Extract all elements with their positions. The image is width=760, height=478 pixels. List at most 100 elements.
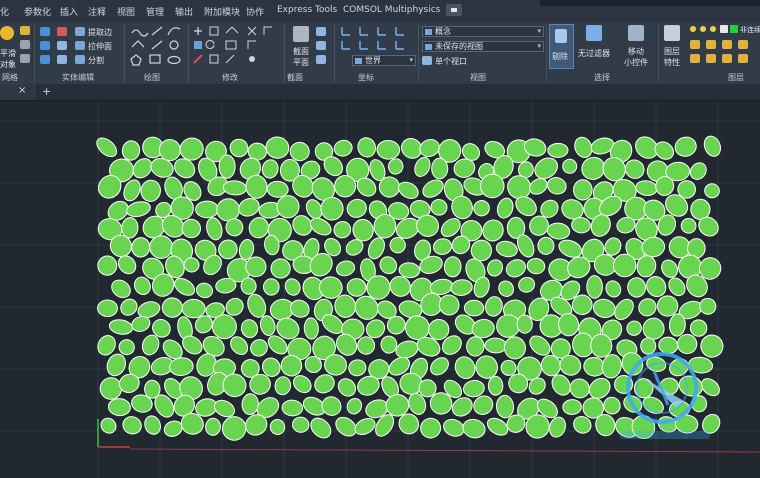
menu-item-collaborate[interactable]: 协作: [246, 5, 264, 18]
mesh-tool-icon[interactable]: [20, 54, 30, 63]
voronoi-cell[interactable]: [247, 336, 270, 359]
voronoi-cell[interactable]: [356, 136, 378, 160]
voronoi-cell[interactable]: [546, 222, 571, 240]
voronoi-cell[interactable]: [288, 297, 312, 320]
voronoi-cell[interactable]: [466, 336, 485, 357]
selection-filter-button[interactable]: 无过滤器: [578, 48, 610, 59]
voronoi-cell[interactable]: [98, 415, 119, 436]
voronoi-cell[interactable]: [611, 296, 637, 323]
voronoi-cell[interactable]: [345, 396, 365, 416]
voronoi-cell[interactable]: [161, 297, 183, 318]
menu-item-insert[interactable]: 插入: [60, 5, 78, 18]
voronoi-cell[interactable]: [427, 354, 452, 378]
voronoi-cell[interactable]: [547, 142, 569, 158]
voronoi-cell[interactable]: [483, 295, 504, 318]
voronoi-cell[interactable]: [495, 239, 519, 259]
voronoi-cell[interactable]: [398, 262, 421, 279]
voronoi-cell[interactable]: [241, 393, 259, 416]
voronoi-cell[interactable]: [613, 253, 637, 278]
voronoi-cell[interactable]: [436, 292, 462, 318]
voronoi-cell[interactable]: [632, 376, 655, 400]
voronoi-cell[interactable]: [676, 373, 705, 399]
new-tab-plus-icon[interactable]: +: [42, 85, 51, 98]
voronoi-cell[interactable]: [169, 356, 195, 376]
layer-tool-icon[interactable]: [690, 54, 700, 63]
voronoi-cell[interactable]: [204, 216, 224, 241]
named-view-combo[interactable]: 未保存的视图 ▾: [422, 41, 544, 52]
layer-tool-icon[interactable]: [738, 40, 748, 49]
panel-mesh[interactable]: 网格: [2, 72, 18, 83]
voronoi-cell[interactable]: [496, 278, 516, 299]
voronoi-cell[interactable]: [545, 175, 568, 196]
voronoi-cell[interactable]: [107, 398, 131, 417]
extrude-faces-button[interactable]: 拉伸面: [88, 41, 112, 52]
voronoi-cell[interactable]: [97, 299, 118, 318]
voronoi-cell[interactable]: [673, 135, 698, 159]
voronoi-cell[interactable]: [495, 394, 515, 419]
voronoi-cell[interactable]: [665, 275, 688, 299]
voronoi-cell[interactable]: [627, 277, 647, 298]
panel-view[interactable]: 视图: [470, 72, 486, 83]
voronoi-cell[interactable]: [239, 318, 259, 340]
voronoi-cell[interactable]: [216, 198, 240, 222]
modify-tools-icon[interactable]: [192, 25, 280, 69]
voronoi-cell[interactable]: [125, 200, 152, 219]
voronoi-cell[interactable]: [274, 376, 292, 396]
menu-item-output[interactable]: 输出: [175, 5, 193, 18]
voronoi-cell[interactable]: [117, 338, 136, 357]
voronoi-cell[interactable]: [624, 318, 644, 338]
voronoi-cell[interactable]: [121, 217, 139, 239]
move-gizmo-icon[interactable]: [628, 25, 644, 41]
voronoi-cell[interactable]: [236, 195, 262, 219]
voronoi-cell[interactable]: [117, 296, 140, 319]
layer-props-label-1[interactable]: 图层: [664, 46, 680, 57]
voronoi-cell[interactable]: [331, 218, 354, 241]
voronoi-cell[interactable]: [658, 257, 680, 280]
menu-item-parametric-partial[interactable]: 化: [0, 5, 9, 18]
voronoi-cell[interactable]: [335, 259, 357, 278]
voronoi-cell[interactable]: [463, 299, 485, 317]
voronoi-cell[interactable]: [172, 275, 198, 299]
voronoi-cell[interactable]: [462, 379, 485, 398]
slice-icon[interactable]: [75, 55, 85, 64]
voronoi-cell[interactable]: [195, 200, 219, 219]
voronoi-cell[interactable]: [149, 235, 174, 260]
voronoi-cell[interactable]: [318, 393, 344, 419]
voronoi-cell[interactable]: [418, 416, 443, 440]
voronoi-cell[interactable]: [104, 351, 129, 378]
voronoi-cell[interactable]: [377, 253, 400, 277]
voronoi-cell[interactable]: [487, 375, 504, 396]
extrude-faces-icon[interactable]: [75, 41, 85, 50]
solid-tool-icon[interactable]: [57, 55, 67, 64]
menu-item-parametric[interactable]: 参数化: [24, 5, 51, 18]
voronoi-cell[interactable]: [429, 197, 450, 218]
voronoi-cell[interactable]: [262, 278, 280, 296]
voronoi-cell[interactable]: [566, 375, 593, 402]
voronoi-cell[interactable]: [526, 257, 546, 275]
voronoi-cell[interactable]: [396, 179, 421, 202]
voronoi-cell[interactable]: [303, 317, 319, 340]
visual-style-combo[interactable]: 概念 ▾: [422, 26, 544, 37]
voronoi-cell[interactable]: [472, 198, 492, 218]
section-plane-label-1[interactable]: 截面: [293, 46, 309, 57]
layer-thaw-icon[interactable]: [700, 26, 706, 32]
layer-unlock-icon[interactable]: [710, 26, 716, 32]
voronoi-cell[interactable]: [547, 415, 568, 439]
panel-layers[interactable]: 图层: [728, 72, 744, 83]
voronoi-cell[interactable]: [307, 414, 335, 441]
voronoi-cell[interactable]: [97, 255, 118, 276]
voronoi-cell[interactable]: [394, 338, 420, 360]
layer-tool-icon[interactable]: [722, 40, 732, 49]
layer-tool-icon[interactable]: [706, 54, 716, 63]
voronoi-cell[interactable]: [697, 295, 719, 317]
close-icon[interactable]: ×: [18, 85, 26, 96]
voronoi-cell[interactable]: [266, 180, 289, 198]
solid-union-icon[interactable]: [40, 27, 50, 36]
voronoi-cell[interactable]: [120, 414, 144, 437]
mesh-tool-icon[interactable]: [20, 40, 30, 49]
menu-item-express-tools[interactable]: Express Tools: [277, 5, 337, 15]
voronoi-cell[interactable]: [108, 276, 133, 301]
viewport-config-button[interactable]: 单个视口: [435, 56, 467, 67]
drawing-canvas[interactable]: [0, 101, 760, 478]
layer-tool-icon[interactable]: [706, 40, 716, 49]
